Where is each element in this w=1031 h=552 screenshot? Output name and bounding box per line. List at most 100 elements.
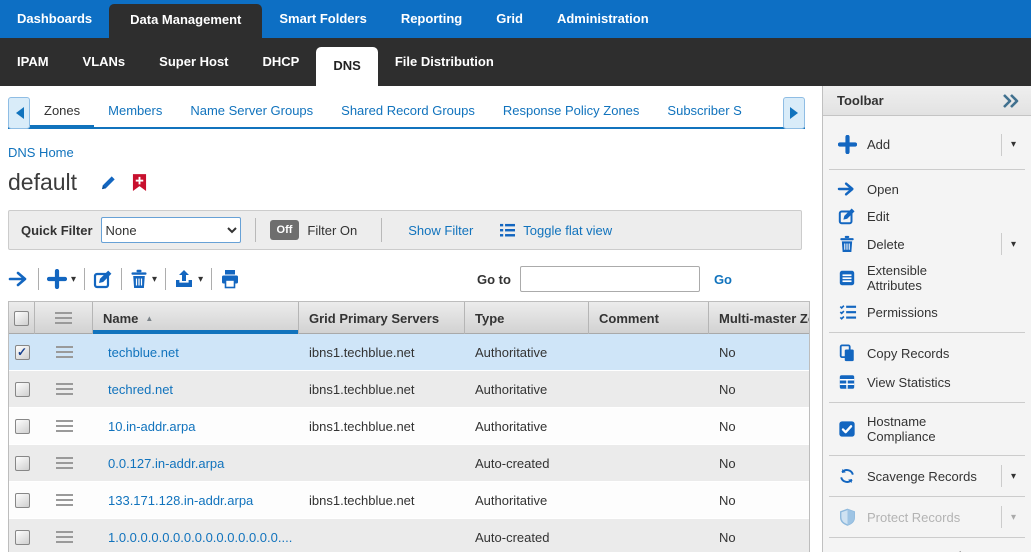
top-nav-grid[interactable]: Grid <box>479 0 540 38</box>
zone-link[interactable]: 133.171.128.in-addr.arpa <box>108 493 253 508</box>
table-row[interactable]: techblue.net ibns1.techblue.net Authorit… <box>9 334 809 371</box>
scavenge-dropdown-caret[interactable]: ▾ <box>1001 465 1025 487</box>
toolbar-add-button[interactable]: Add ▾ <box>823 126 1031 163</box>
table-row[interactable]: 133.171.128.in-addr.arpa ibns1.techblue.… <box>9 482 809 519</box>
add-dropdown-caret[interactable]: ▾ <box>1001 134 1025 156</box>
scroll-right-icon[interactable] <box>783 97 805 129</box>
toolbar-edit-button[interactable]: Edit <box>823 202 1031 230</box>
toolbar-permissions-button[interactable]: Permissions <box>823 298 1031 326</box>
delete-icon <box>837 235 857 253</box>
scroll-left-icon[interactable] <box>8 97 30 129</box>
row-drag-handle[interactable] <box>56 343 73 361</box>
edit-icon[interactable] <box>93 269 113 289</box>
tab-zones[interactable]: Zones <box>30 95 94 129</box>
export-icon[interactable] <box>174 269 194 289</box>
toolbar-protect-records-button[interactable]: Protect Records ▾ <box>823 503 1031 531</box>
print-icon[interactable] <box>220 269 240 289</box>
toolbar-open-button[interactable]: Open <box>823 176 1031 202</box>
quick-filter-select[interactable]: None <box>101 217 241 243</box>
permissions-checklist-icon <box>837 303 857 321</box>
tab-response-policy-zones[interactable]: Response Policy Zones <box>489 95 654 129</box>
toolbar-hostname-compliance-button[interactable]: Hostname Compliance <box>823 409 1031 449</box>
zone-link[interactable]: 1.0.0.0.0.0.0.0.0.0.0.0.0.0.0.0.... <box>108 530 292 545</box>
toolbar-extensible-attributes-button[interactable]: Extensible Attributes <box>823 258 1031 298</box>
zone-link[interactable]: techred.net <box>108 382 173 397</box>
column-header-name[interactable]: Name▲ <box>93 302 299 334</box>
toolbar-view-statistics-button[interactable]: View Statistics <box>823 368 1031 396</box>
open-arrow-icon[interactable] <box>8 270 30 288</box>
sub-nav-ipam[interactable]: IPAM <box>0 38 66 86</box>
export-dropdown-caret[interactable]: ▾ <box>198 274 203 285</box>
column-header-multi-master[interactable]: Multi-master Zo <box>709 302 809 334</box>
row-drag-handle[interactable] <box>56 380 73 398</box>
edit-pencil-icon[interactable] <box>99 173 118 192</box>
flat-view-icon <box>499 223 516 238</box>
tab-members[interactable]: Members <box>94 95 176 129</box>
sub-nav-dhcp[interactable]: DHCP <box>246 38 317 86</box>
row-drag-handle[interactable] <box>56 491 73 509</box>
sub-nav-vlans[interactable]: VLANs <box>66 38 143 86</box>
go-link[interactable]: Go <box>714 272 732 287</box>
action-bar: ▾ ▾ ▾ Go to Go <box>8 263 810 295</box>
top-nav-administration[interactable]: Administration <box>540 0 666 38</box>
double-chevron-right-icon[interactable] <box>1001 93 1021 109</box>
toolbar-panel: Toolbar Add ▾ Open Edit Delete <box>822 86 1031 552</box>
row-drag-handle[interactable] <box>56 417 73 435</box>
tab-subscriber[interactable]: Subscriber S <box>653 95 755 129</box>
row-checkbox[interactable] <box>15 456 30 471</box>
row-checkbox[interactable] <box>15 419 30 434</box>
breadcrumb-dns-home-link[interactable]: DNS Home <box>8 145 74 160</box>
row-checkbox[interactable] <box>15 493 30 508</box>
tab-name-server-groups[interactable]: Name Server Groups <box>176 95 327 129</box>
column-header-type[interactable]: Type <box>465 302 589 334</box>
sub-nav-super-host[interactable]: Super Host <box>142 38 245 86</box>
divider <box>84 268 85 290</box>
top-nav-dashboards[interactable]: Dashboards <box>0 0 109 38</box>
table-row[interactable]: techred.net ibns1.techblue.net Authorita… <box>9 371 809 408</box>
view-statistics-icon <box>837 373 857 391</box>
dns-tabstrip: Zones Members Name Server Groups Shared … <box>8 95 810 131</box>
sub-nav-file-distribution[interactable]: File Distribution <box>378 38 511 86</box>
column-header-comment[interactable]: Comment <box>589 302 709 334</box>
show-filter-link[interactable]: Show Filter <box>408 223 473 238</box>
divider <box>829 496 1025 497</box>
main-content: Zones Members Name Server Groups Shared … <box>8 86 810 552</box>
toolbar-delete-button[interactable]: Delete ▾ <box>823 230 1031 258</box>
delete-dropdown-caret[interactable]: ▾ <box>152 274 157 285</box>
select-all-checkbox[interactable] <box>9 302 35 334</box>
add-icon <box>837 135 857 154</box>
toggle-flat-view-link: Toggle flat view <box>523 223 612 238</box>
sub-nav-dns[interactable]: DNS <box>316 47 377 86</box>
table-row[interactable]: 0.0.127.in-addr.arpa Auto-created No <box>9 445 809 482</box>
table-row[interactable]: 1.0.0.0.0.0.0.0.0.0.0.0.0.0.0.0.... Auto… <box>9 519 809 552</box>
column-drag-header[interactable] <box>35 302 93 334</box>
divider <box>829 332 1025 333</box>
column-header-grid-primary-servers[interactable]: Grid Primary Servers <box>299 302 465 334</box>
top-nav-reporting[interactable]: Reporting <box>384 0 479 38</box>
toolbar-scavenge-records-button[interactable]: Scavenge Records ▾ <box>823 462 1031 490</box>
bookmark-add-icon[interactable] <box>132 173 147 192</box>
zone-link[interactable]: 0.0.127.in-addr.arpa <box>108 456 224 471</box>
row-checkbox[interactable] <box>15 530 30 545</box>
add-icon[interactable] <box>47 269 67 289</box>
delete-icon[interactable] <box>130 269 148 289</box>
zone-link[interactable]: techblue.net <box>108 345 179 360</box>
add-dropdown-caret[interactable]: ▾ <box>71 274 76 285</box>
row-checkbox[interactable] <box>15 345 30 360</box>
goto-input[interactable] <box>520 266 700 292</box>
filter-off-toggle[interactable]: Off <box>270 220 300 240</box>
delete-dropdown-caret[interactable]: ▾ <box>1001 233 1025 255</box>
zone-link[interactable]: 10.in-addr.arpa <box>108 419 195 434</box>
top-nav-smart-folders[interactable]: Smart Folders <box>262 0 383 38</box>
sub-nav: IPAM VLANs Super Host DHCP DNS File Dist… <box>0 38 1031 86</box>
toolbar-copy-records-button[interactable]: Copy Records <box>823 339 1031 368</box>
toolbar-manage-dynamic-update-groups-button[interactable]: Manage Dynamic Update Groups <box>823 544 1031 552</box>
toggle-flat-view-group[interactable]: Toggle flat view <box>499 223 612 238</box>
divider <box>255 218 256 242</box>
top-nav-data-management[interactable]: Data Management <box>109 4 262 38</box>
row-drag-handle[interactable] <box>56 454 73 472</box>
row-drag-handle[interactable] <box>56 528 73 546</box>
tab-shared-record-groups[interactable]: Shared Record Groups <box>327 95 489 129</box>
table-row[interactable]: 10.in-addr.arpa ibns1.techblue.net Autho… <box>9 408 809 445</box>
row-checkbox[interactable] <box>15 382 30 397</box>
